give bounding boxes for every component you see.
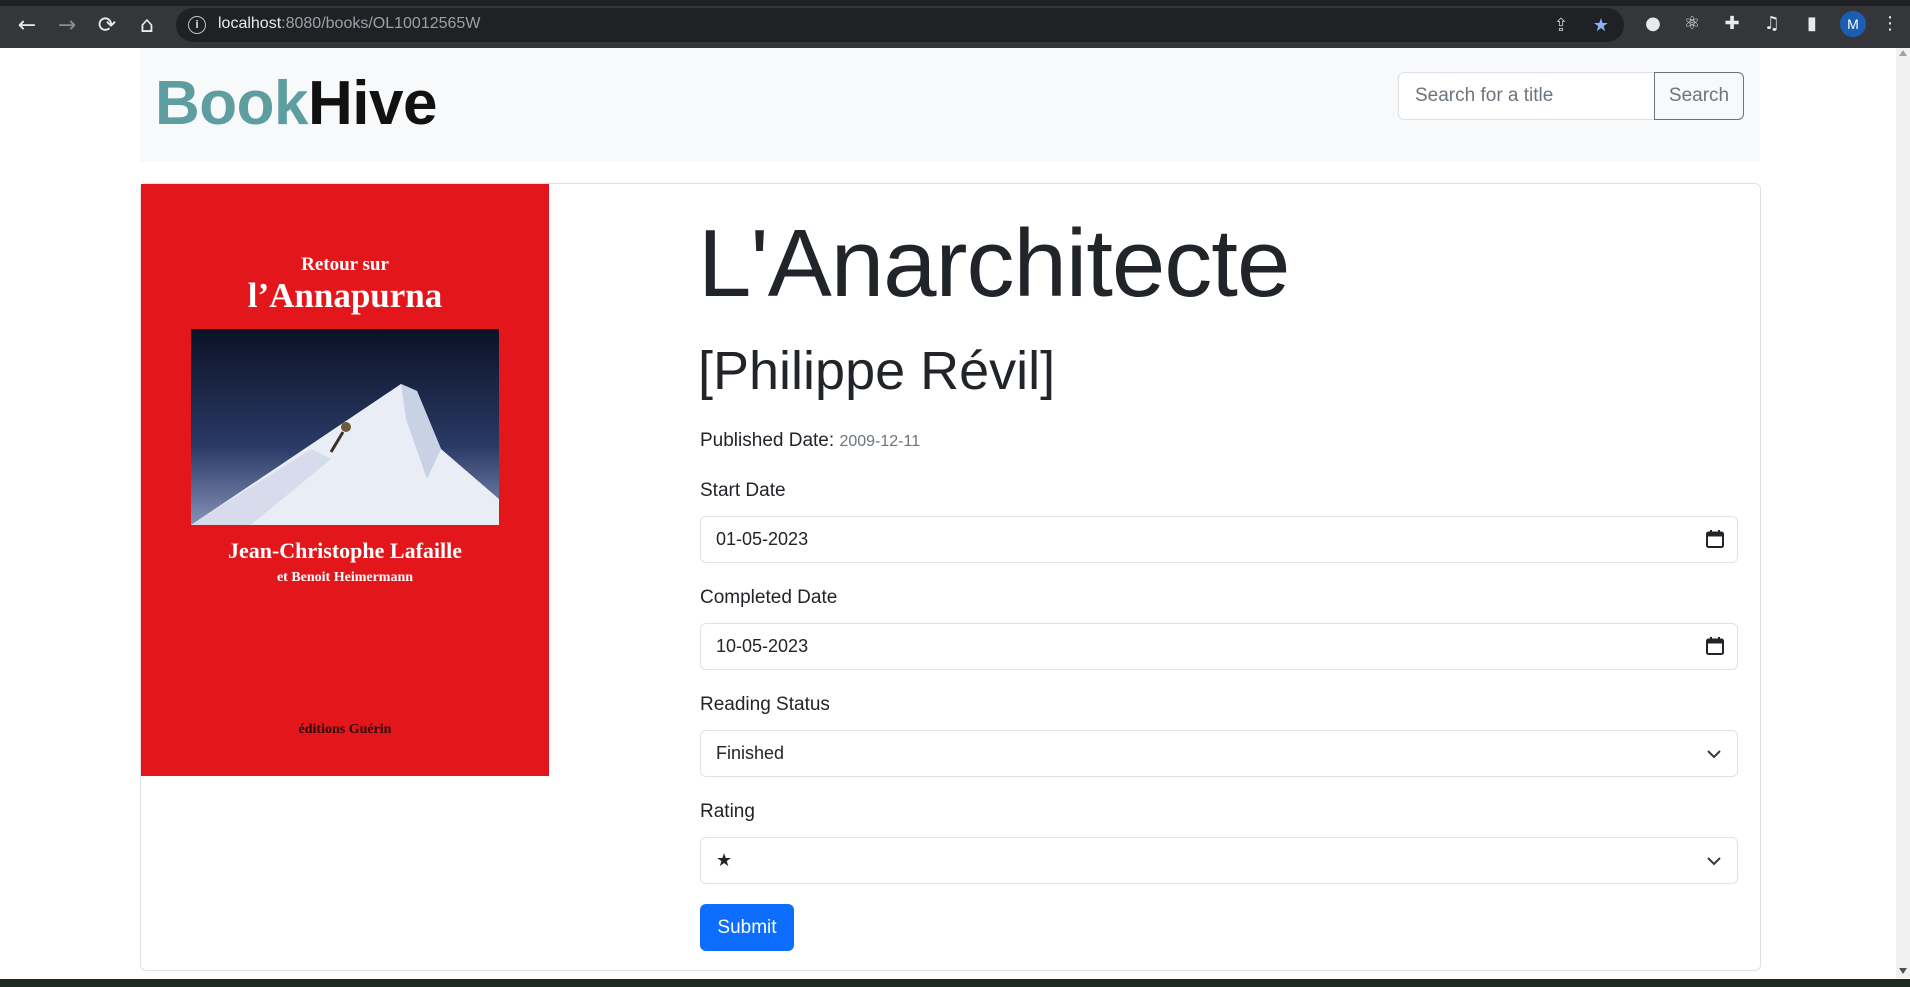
published-date: Published Date: 2009-12-11 [700, 430, 920, 452]
url-path: :8080/books/OL10012565W [281, 15, 481, 32]
cover-publisher: éditions Guérin [298, 722, 392, 737]
os-taskbar [0, 979, 1910, 987]
back-icon[interactable]: ← [12, 10, 42, 40]
start-date-value: 01-05-2023 [716, 529, 809, 549]
media-icon[interactable]: ♫ [1760, 12, 1784, 36]
rating-label: Rating [700, 801, 755, 822]
url-host: localhost [218, 15, 282, 32]
reading-status-select[interactable]: Finished [700, 730, 1738, 777]
browser-toolbar: ← → ⟳ ⌂ i localhost:8080/books/OL1001256… [0, 0, 1910, 48]
reload-icon[interactable]: ⟳ [92, 10, 122, 40]
reading-status-label: Reading Status [700, 694, 830, 715]
completed-date-value: 10-05-2023 [716, 636, 809, 656]
book-title: L'Anarchitecte [698, 210, 1290, 317]
book-author: [Philippe Révil] [698, 341, 1056, 401]
tab-strip [0, 0, 1910, 6]
rating-value: ★ [716, 850, 733, 870]
reading-status-value: Finished [716, 743, 785, 763]
site-header: BookHive Search [140, 48, 1760, 162]
published-label: Published Date: [700, 430, 835, 451]
submit-button[interactable]: Submit [700, 904, 794, 951]
side-panel-icon[interactable]: ▮ [1800, 12, 1824, 36]
react-icon[interactable]: ⚛ [1680, 12, 1704, 36]
home-icon[interactable]: ⌂ [132, 10, 162, 40]
page-scrollbar[interactable] [1896, 48, 1910, 978]
brand-logo[interactable]: BookHive [155, 69, 437, 138]
scroll-down-arrow[interactable] [1899, 968, 1907, 974]
share-icon[interactable]: ⇪ [1550, 15, 1572, 37]
search-input[interactable] [1398, 72, 1654, 120]
book-cover: Retour sur l’Annapurna Jean-Christophe L… [141, 184, 549, 776]
cover-coauthor: et Benoit Heimermann [276, 570, 414, 585]
chevron-down-icon [1707, 857, 1721, 866]
extension-icon[interactable]: ● [1641, 12, 1665, 36]
cover-title-line1: Retour sur [301, 254, 389, 275]
menu-icon[interactable]: ⋮ [1880, 12, 1900, 36]
puzzle-icon[interactable]: ✚ [1720, 12, 1744, 36]
search-button[interactable]: Search [1654, 72, 1744, 120]
cover-title-line2: l’Annapurna [247, 276, 443, 315]
brand-hive: Hive [308, 69, 437, 138]
forward-icon[interactable]: → [52, 10, 82, 40]
rating-select[interactable]: ★ [700, 837, 1738, 884]
completed-date-input[interactable]: 10-05-2023 [700, 623, 1738, 670]
url-text[interactable]: localhost:8080/books/OL10012565W [218, 15, 480, 33]
calendar-icon[interactable] [1705, 636, 1725, 656]
cover-author: Jean-Christophe Lafaille [227, 538, 463, 563]
start-date-label: Start Date [700, 480, 786, 501]
published-value: 2009-12-11 [839, 433, 921, 450]
calendar-icon[interactable] [1705, 529, 1725, 549]
completed-date-label: Completed Date [700, 587, 838, 608]
chevron-down-icon [1707, 750, 1721, 759]
profile-avatar[interactable]: M [1840, 11, 1866, 37]
scroll-up-arrow[interactable] [1899, 50, 1907, 56]
info-icon[interactable]: i [188, 16, 206, 34]
start-date-input[interactable]: 01-05-2023 [700, 516, 1738, 563]
address-bar[interactable]: i localhost:8080/books/OL10012565W ⇪ ★ [176, 8, 1624, 42]
brand-book: Book [155, 69, 309, 138]
star-icon[interactable]: ★ [1590, 15, 1612, 37]
cover-photo [191, 329, 499, 525]
